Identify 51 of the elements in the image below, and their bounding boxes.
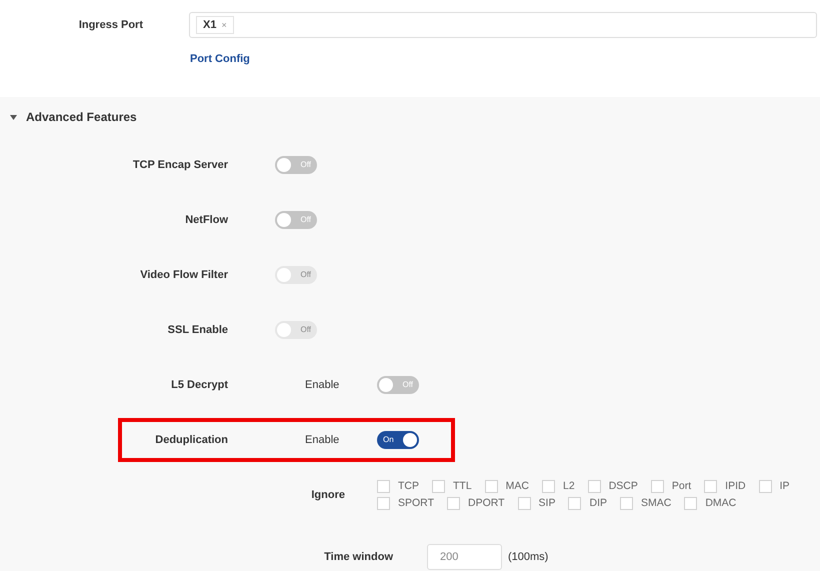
checkbox-label: SPORT	[398, 497, 434, 509]
checkbox[interactable]	[377, 496, 390, 510]
enable-label: Enable	[305, 434, 340, 446]
checkbox[interactable]	[684, 496, 698, 510]
feature-label: Deduplication	[154, 434, 228, 446]
port-tag: X1 ×	[196, 16, 234, 34]
checkbox-label: IPID	[725, 480, 746, 492]
checkbox[interactable]	[542, 480, 556, 492]
checkbox-label: MAC	[506, 480, 530, 492]
tag-remove-button[interactable]: ×	[221, 20, 227, 30]
ignore-label: Ignore	[310, 488, 345, 500]
toggle-switch[interactable]: Off	[275, 210, 317, 228]
feature-label: SSL Enable	[166, 324, 228, 336]
caret-down-icon[interactable]	[10, 114, 17, 120]
feature-label: NetFlow	[184, 214, 228, 226]
checkbox[interactable]	[620, 496, 633, 510]
checkbox-label: TCP	[398, 480, 419, 492]
checkbox[interactable]	[446, 496, 460, 510]
toggle-switch[interactable]: Off	[377, 376, 419, 394]
checkbox[interactable]	[704, 480, 718, 492]
toggle-switch[interactable]: On	[377, 430, 419, 448]
enable-label: Enable	[305, 378, 340, 390]
checkbox-label: DPORT	[468, 497, 505, 509]
toggle-switch[interactable]: Off	[275, 156, 317, 174]
checkbox[interactable]	[484, 480, 498, 492]
tag-input-field[interactable]: X1 ×	[189, 12, 817, 38]
checkbox-label: TTL	[453, 480, 472, 492]
field-label: Ingress Port	[78, 19, 143, 31]
checkbox-label: IP	[780, 480, 790, 492]
checkbox-label: DIP	[589, 497, 607, 509]
checkbox-label: SIP	[538, 497, 556, 509]
time-window-field[interactable]: 200	[427, 544, 502, 570]
feature-label: L5 Decrypt	[170, 378, 228, 390]
checkbox-label: Port	[672, 480, 692, 492]
checkbox[interactable]	[758, 480, 772, 492]
checkbox-label: L2	[563, 480, 575, 492]
checkbox-label: SMAC	[641, 497, 672, 509]
section-title: Advanced Features	[26, 110, 137, 124]
checkbox[interactable]	[568, 496, 582, 510]
checkbox[interactable]	[650, 480, 664, 492]
unit-label: (100ms)	[508, 551, 548, 563]
checkbox[interactable]	[432, 480, 445, 492]
checkbox[interactable]	[588, 480, 601, 492]
checkbox[interactable]	[518, 496, 531, 510]
feature-label: Video Flow Filter	[139, 268, 228, 280]
feature-label: TCP Encap Server	[132, 158, 228, 170]
checkbox[interactable]	[377, 480, 390, 492]
checkbox-label: DSCP	[608, 480, 638, 492]
checkbox-label: DMAC	[705, 497, 736, 509]
time-window-label: Time window	[323, 551, 393, 563]
port-config-link[interactable]: Port Config	[190, 53, 250, 65]
